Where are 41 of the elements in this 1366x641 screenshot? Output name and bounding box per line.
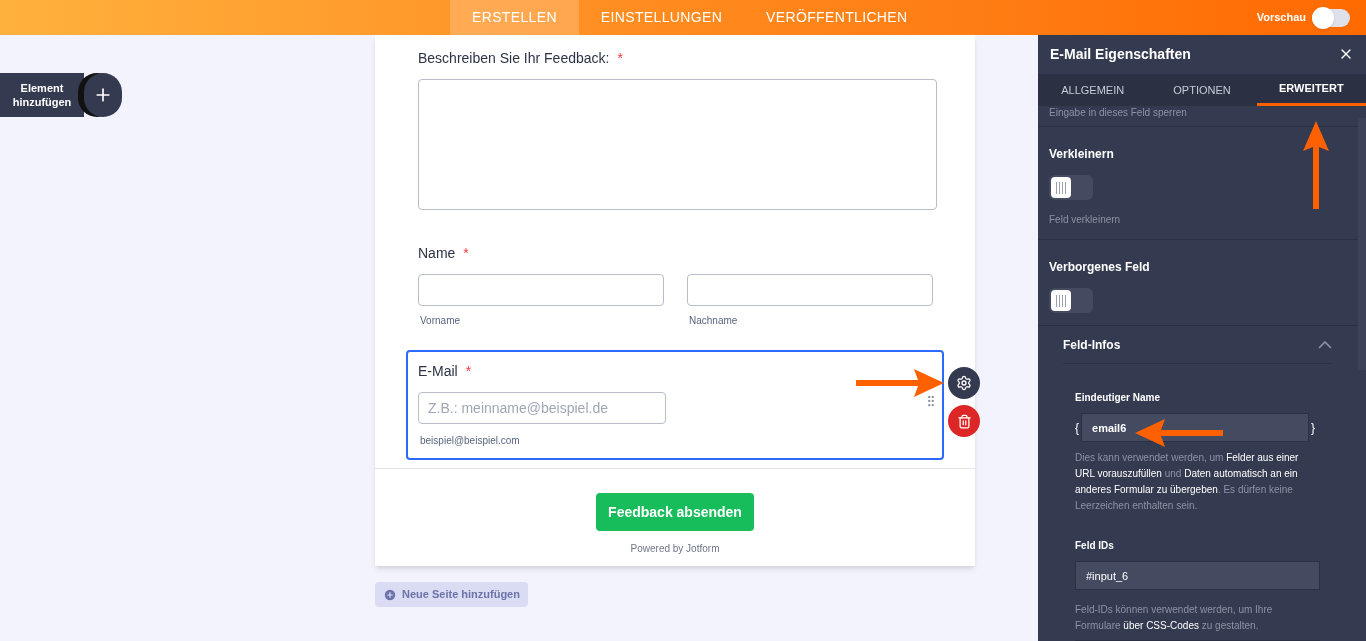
brace-text: } [1311, 419, 1316, 437]
powered-by-text: Powered by Jotform [630, 542, 720, 556]
chevron-up-icon [1318, 340, 1332, 349]
gear-icon [956, 375, 972, 391]
form-field[interactable]: Name * Vorname Nachname [406, 232, 944, 350]
input-field[interactable] [418, 274, 664, 306]
sub-label: Vorname [420, 314, 462, 328]
panel-tab[interactable]: ALLGEMEIN [1038, 73, 1148, 106]
required-mark: * [465, 362, 472, 381]
id-field[interactable]: #input_6 [1075, 561, 1320, 590]
setting-title: Verkleinern [1049, 146, 1115, 163]
required-mark: * [617, 49, 623, 68]
setting-title: Verborgenes Feld [1049, 259, 1151, 276]
field-label: Eindeutiger Name [1075, 391, 1162, 405]
description-text: Feld-IDs können verwendet werden, um Ihre Formulare über CSS-Codes zu gestalten. [1075, 602, 1320, 641]
sub-label: beispiel@beispiel.com [420, 434, 521, 448]
add-element-button[interactable]: Element hinzufügen [0, 73, 84, 117]
trash-icon [956, 413, 972, 429]
description-text: Dies kann verwendet werden, um Felder aus einer URL vorauszufüllen und Daten automatisch an ein anderes Formular zu übergeben. Es dürfen keine Leerzeichen enthalten sein. [1075, 451, 1300, 513]
hint-text: Feld verkleinern [1049, 213, 1122, 227]
toggle-switch[interactable] [1312, 8, 1350, 27]
panel-tab[interactable]: ERWEITERT [1256, 73, 1366, 106]
field-label: E-Mail [418, 362, 458, 381]
section-header[interactable]: Feld-Infos [1063, 326, 1332, 364]
toggle-switch[interactable] [1049, 288, 1093, 313]
field-label: Name [418, 244, 456, 263]
add-icon [383, 587, 397, 602]
panel-title: E-Mail Eigenschaften [1050, 44, 1191, 64]
email-field[interactable]: Z.B.: meinname@beispiel.de [418, 392, 666, 424]
field-label: Feld IDs [1075, 539, 1115, 553]
brace-text: { [1075, 419, 1079, 437]
toggle-switch[interactable] [1049, 175, 1093, 200]
form-field[interactable]: E-Mail * Z.B.: meinname@beispiel.de beispiel@beispiel.com [406, 350, 944, 460]
sub-label: Nachname [689, 314, 739, 328]
form-field[interactable]: Beschreiben Sie Ihr Feedback: * [406, 37, 944, 232]
field-label: Beschreiben Sie Ihr Feedback: [418, 49, 610, 68]
hint-text: Eingabe in dieses Feld sperren [1049, 106, 1188, 120]
input-field[interactable] [687, 274, 933, 306]
preview-label: Vorschau [1256, 10, 1306, 26]
panel-tab[interactable]: OPTIONEN [1147, 73, 1257, 106]
required-mark: * [463, 244, 469, 263]
